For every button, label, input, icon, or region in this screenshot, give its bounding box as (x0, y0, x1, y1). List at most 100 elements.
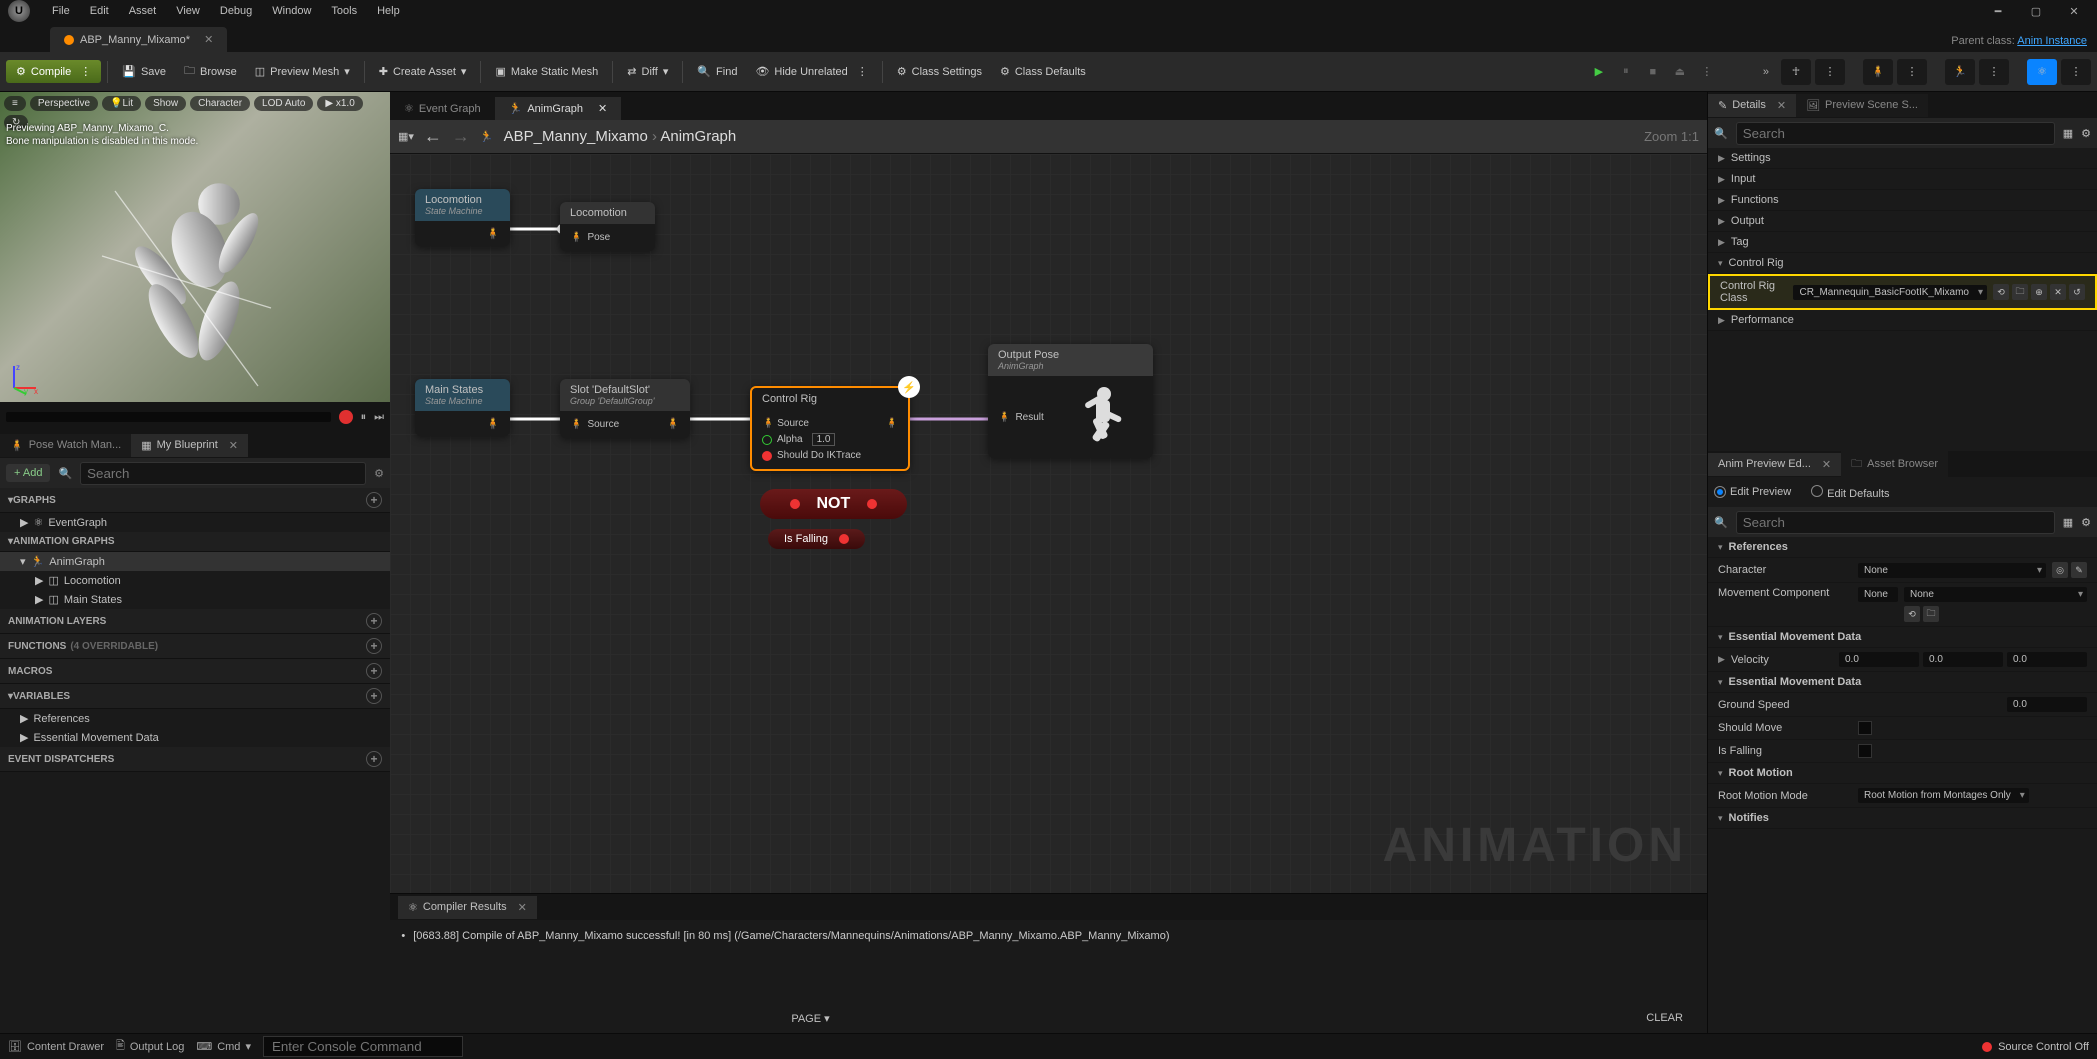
mode-skeleton[interactable]: ☥ (1781, 59, 1811, 85)
add-graph-icon[interactable]: + (366, 492, 382, 508)
page-dropdown[interactable]: PAGE ▾ (791, 1012, 829, 1025)
close-icon[interactable]: ✕ (229, 439, 238, 452)
node-slot[interactable]: Slot 'DefaultSlot'Group 'DefaultGroup' 🧍… (560, 379, 690, 438)
grid-icon[interactable]: ▦ (2063, 127, 2073, 140)
category-graphs[interactable]: ▾ GRAPHS+ (0, 488, 390, 513)
tree-references[interactable]: ▶ References (0, 709, 390, 728)
tree-locomotion[interactable]: ▶ ◫ Locomotion (0, 571, 390, 590)
tab-event-graph[interactable]: ⚛Event Graph (390, 97, 495, 120)
details-search-input[interactable] (1736, 122, 2055, 145)
console-command-input[interactable] (263, 1036, 463, 1057)
eject-button[interactable]: ⏏ (1668, 60, 1692, 84)
tab-asset-browser[interactable]: 🗀Asset Browser (1841, 450, 1948, 479)
window-minimize[interactable]: ━ (1983, 2, 2013, 20)
is-falling-checkbox[interactable] (1858, 744, 1872, 758)
cat-output[interactable]: ▶Output (1708, 211, 2097, 232)
create-asset-button[interactable]: ✚Create Asset▾ (371, 60, 475, 83)
breadcrumb[interactable]: ABP_Manny_Mixamo › AnimGraph (504, 128, 737, 145)
move-comp-dropdown[interactable]: None (1904, 587, 2087, 602)
document-tab[interactable]: ABP_Manny_Mixamo* ✕ (50, 27, 227, 52)
source-control-button[interactable]: Source Control Off (1982, 1041, 2089, 1053)
menu-tools[interactable]: Tools (321, 3, 367, 19)
cat-functions[interactable]: ▶Functions (1708, 190, 2097, 211)
make-static-mesh-button[interactable]: ▣Make Static Mesh (487, 60, 606, 83)
close-icon[interactable]: ✕ (1822, 458, 1831, 471)
category-macros[interactable]: MACROS+ (0, 659, 390, 684)
close-icon[interactable]: ✕ (518, 901, 527, 914)
add-macro-icon[interactable]: + (366, 663, 382, 679)
menu-file[interactable]: File (42, 3, 80, 19)
stop-button[interactable]: ■ (1641, 60, 1665, 84)
clear-button[interactable]: CLEAR (1632, 1008, 1697, 1028)
mode-mesh[interactable]: 🧍 (1863, 59, 1893, 85)
character-dropdown[interactable]: None (1858, 563, 2046, 578)
gear-icon[interactable]: ⚙ (2081, 127, 2091, 140)
compile-button[interactable]: ⚙ Compile ⋮ (6, 60, 101, 83)
blueprint-search-input[interactable] (80, 462, 366, 485)
ground-speed-input[interactable]: 0.0 (2007, 697, 2087, 712)
node-locomotion-pose[interactable]: Locomotion 🧍Pose (560, 202, 655, 251)
hide-unrelated-button[interactable]: 👁Hide Unrelated⋮ (747, 60, 875, 83)
cat-references[interactable]: ▾References (1708, 537, 2097, 558)
preview-search-input[interactable] (1736, 511, 2055, 534)
radio-edit-preview[interactable]: Edit Preview (1714, 486, 1791, 498)
root-motion-dropdown[interactable]: Root Motion from Montages Only (1858, 788, 2029, 803)
velocity-y[interactable]: 0.0 (1923, 652, 2003, 667)
should-move-checkbox[interactable] (1858, 721, 1872, 735)
close-icon[interactable]: ✕ (598, 102, 607, 115)
output-log-button[interactable]: 🖹Output Log (116, 1037, 184, 1056)
save-button[interactable]: 💾Save (114, 60, 174, 83)
viewport-menu[interactable]: ≡ (4, 96, 26, 111)
cat-settings[interactable]: ▶Settings (1708, 148, 2097, 169)
category-anim-graphs[interactable]: ▾ ANIMATION GRAPHS (0, 532, 390, 552)
window-maximize[interactable]: ▢ (2021, 2, 2051, 20)
velocity-z[interactable]: 0.0 (2007, 652, 2087, 667)
graph-canvas[interactable]: ANIMATION LocomotionState Machine 🧍 Loco… (390, 154, 1707, 893)
gear-icon[interactable]: ⚙ (2081, 516, 2091, 529)
edit-icon[interactable]: ✎ (2071, 562, 2087, 578)
tree-animgraph[interactable]: ▾ 🏃 AnimGraph (0, 552, 390, 571)
node-output-pose[interactable]: Output PoseAnimGraph 🧍Result (988, 344, 1153, 458)
cat-root-motion[interactable]: ▾Root Motion (1708, 763, 2097, 784)
transport-pause[interactable]: ⏸ (361, 411, 367, 424)
menu-debug[interactable]: Debug (210, 3, 262, 19)
radio-edit-defaults[interactable]: Edit Defaults (1811, 485, 1889, 500)
timeline-scrubber[interactable] (6, 412, 331, 422)
node-locomotion-sm[interactable]: LocomotionState Machine 🧍 (415, 189, 510, 246)
mode-options-2[interactable]: ⋮ (1897, 59, 1927, 85)
menu-edit[interactable]: Edit (80, 3, 119, 19)
class-settings-button[interactable]: ⚙Class Settings (889, 60, 990, 83)
class-defaults-button[interactable]: ⚙Class Defaults (992, 60, 1094, 83)
viewport-character[interactable]: Character (190, 96, 250, 111)
cat-essential-1[interactable]: ▾Essential Movement Data (1708, 627, 2097, 648)
add-variable-icon[interactable]: + (366, 688, 382, 704)
pick-icon[interactable]: ◎ (2052, 562, 2068, 578)
add-button[interactable]: + Add (6, 464, 50, 482)
tab-preview-scene[interactable]: 🖼Preview Scene S... (1796, 94, 1928, 117)
tab-anim-graph[interactable]: 🏃AnimGraph✕ (495, 97, 622, 120)
pause-button[interactable]: ⏸ (1614, 60, 1638, 84)
alpha-value[interactable]: 1.0 (812, 433, 836, 446)
menu-view[interactable]: View (166, 3, 210, 19)
add-function-icon[interactable]: + (366, 638, 382, 654)
mode-anim[interactable]: 🏃 (1945, 59, 1975, 85)
tree-mainstates[interactable]: ▶ ◫ Main States (0, 590, 390, 609)
tab-anim-preview[interactable]: Anim Preview Ed...✕ (1708, 453, 1841, 476)
node-control-rig[interactable]: ⚡ Control Rig 🧍 Source🧍 Alpha 1.0 Should… (750, 386, 910, 471)
content-drawer-button[interactable]: 🗄Content Drawer (8, 1040, 104, 1053)
reset-icon[interactable]: ↺ (2069, 284, 2085, 300)
tab-compiler-results[interactable]: ⚛ Compiler Results ✕ (398, 896, 537, 919)
nav-forward[interactable]: → (452, 126, 470, 147)
mode-options-3[interactable]: ⋮ (1979, 59, 2009, 85)
cat-notifies[interactable]: ▾Notifies (1708, 808, 2097, 829)
options-button[interactable]: ⋮ (1695, 60, 1719, 84)
node-not[interactable]: NOT (760, 489, 907, 519)
preview-mesh-button[interactable]: ◫Preview Mesh▾ (247, 60, 358, 83)
cmd-dropdown[interactable]: ⌨Cmd ▾ (196, 1040, 251, 1053)
transport-step[interactable]: ⏭ (374, 411, 384, 424)
tab-my-blueprint[interactable]: ▦My Blueprint✕ (131, 434, 248, 457)
new-asset-icon[interactable]: ⊕ (2031, 284, 2047, 300)
mode-options-1[interactable]: ⋮ (1815, 59, 1845, 85)
node-main-states[interactable]: Main StatesState Machine 🧍 (415, 379, 510, 436)
cat-input[interactable]: ▶Input (1708, 169, 2097, 190)
